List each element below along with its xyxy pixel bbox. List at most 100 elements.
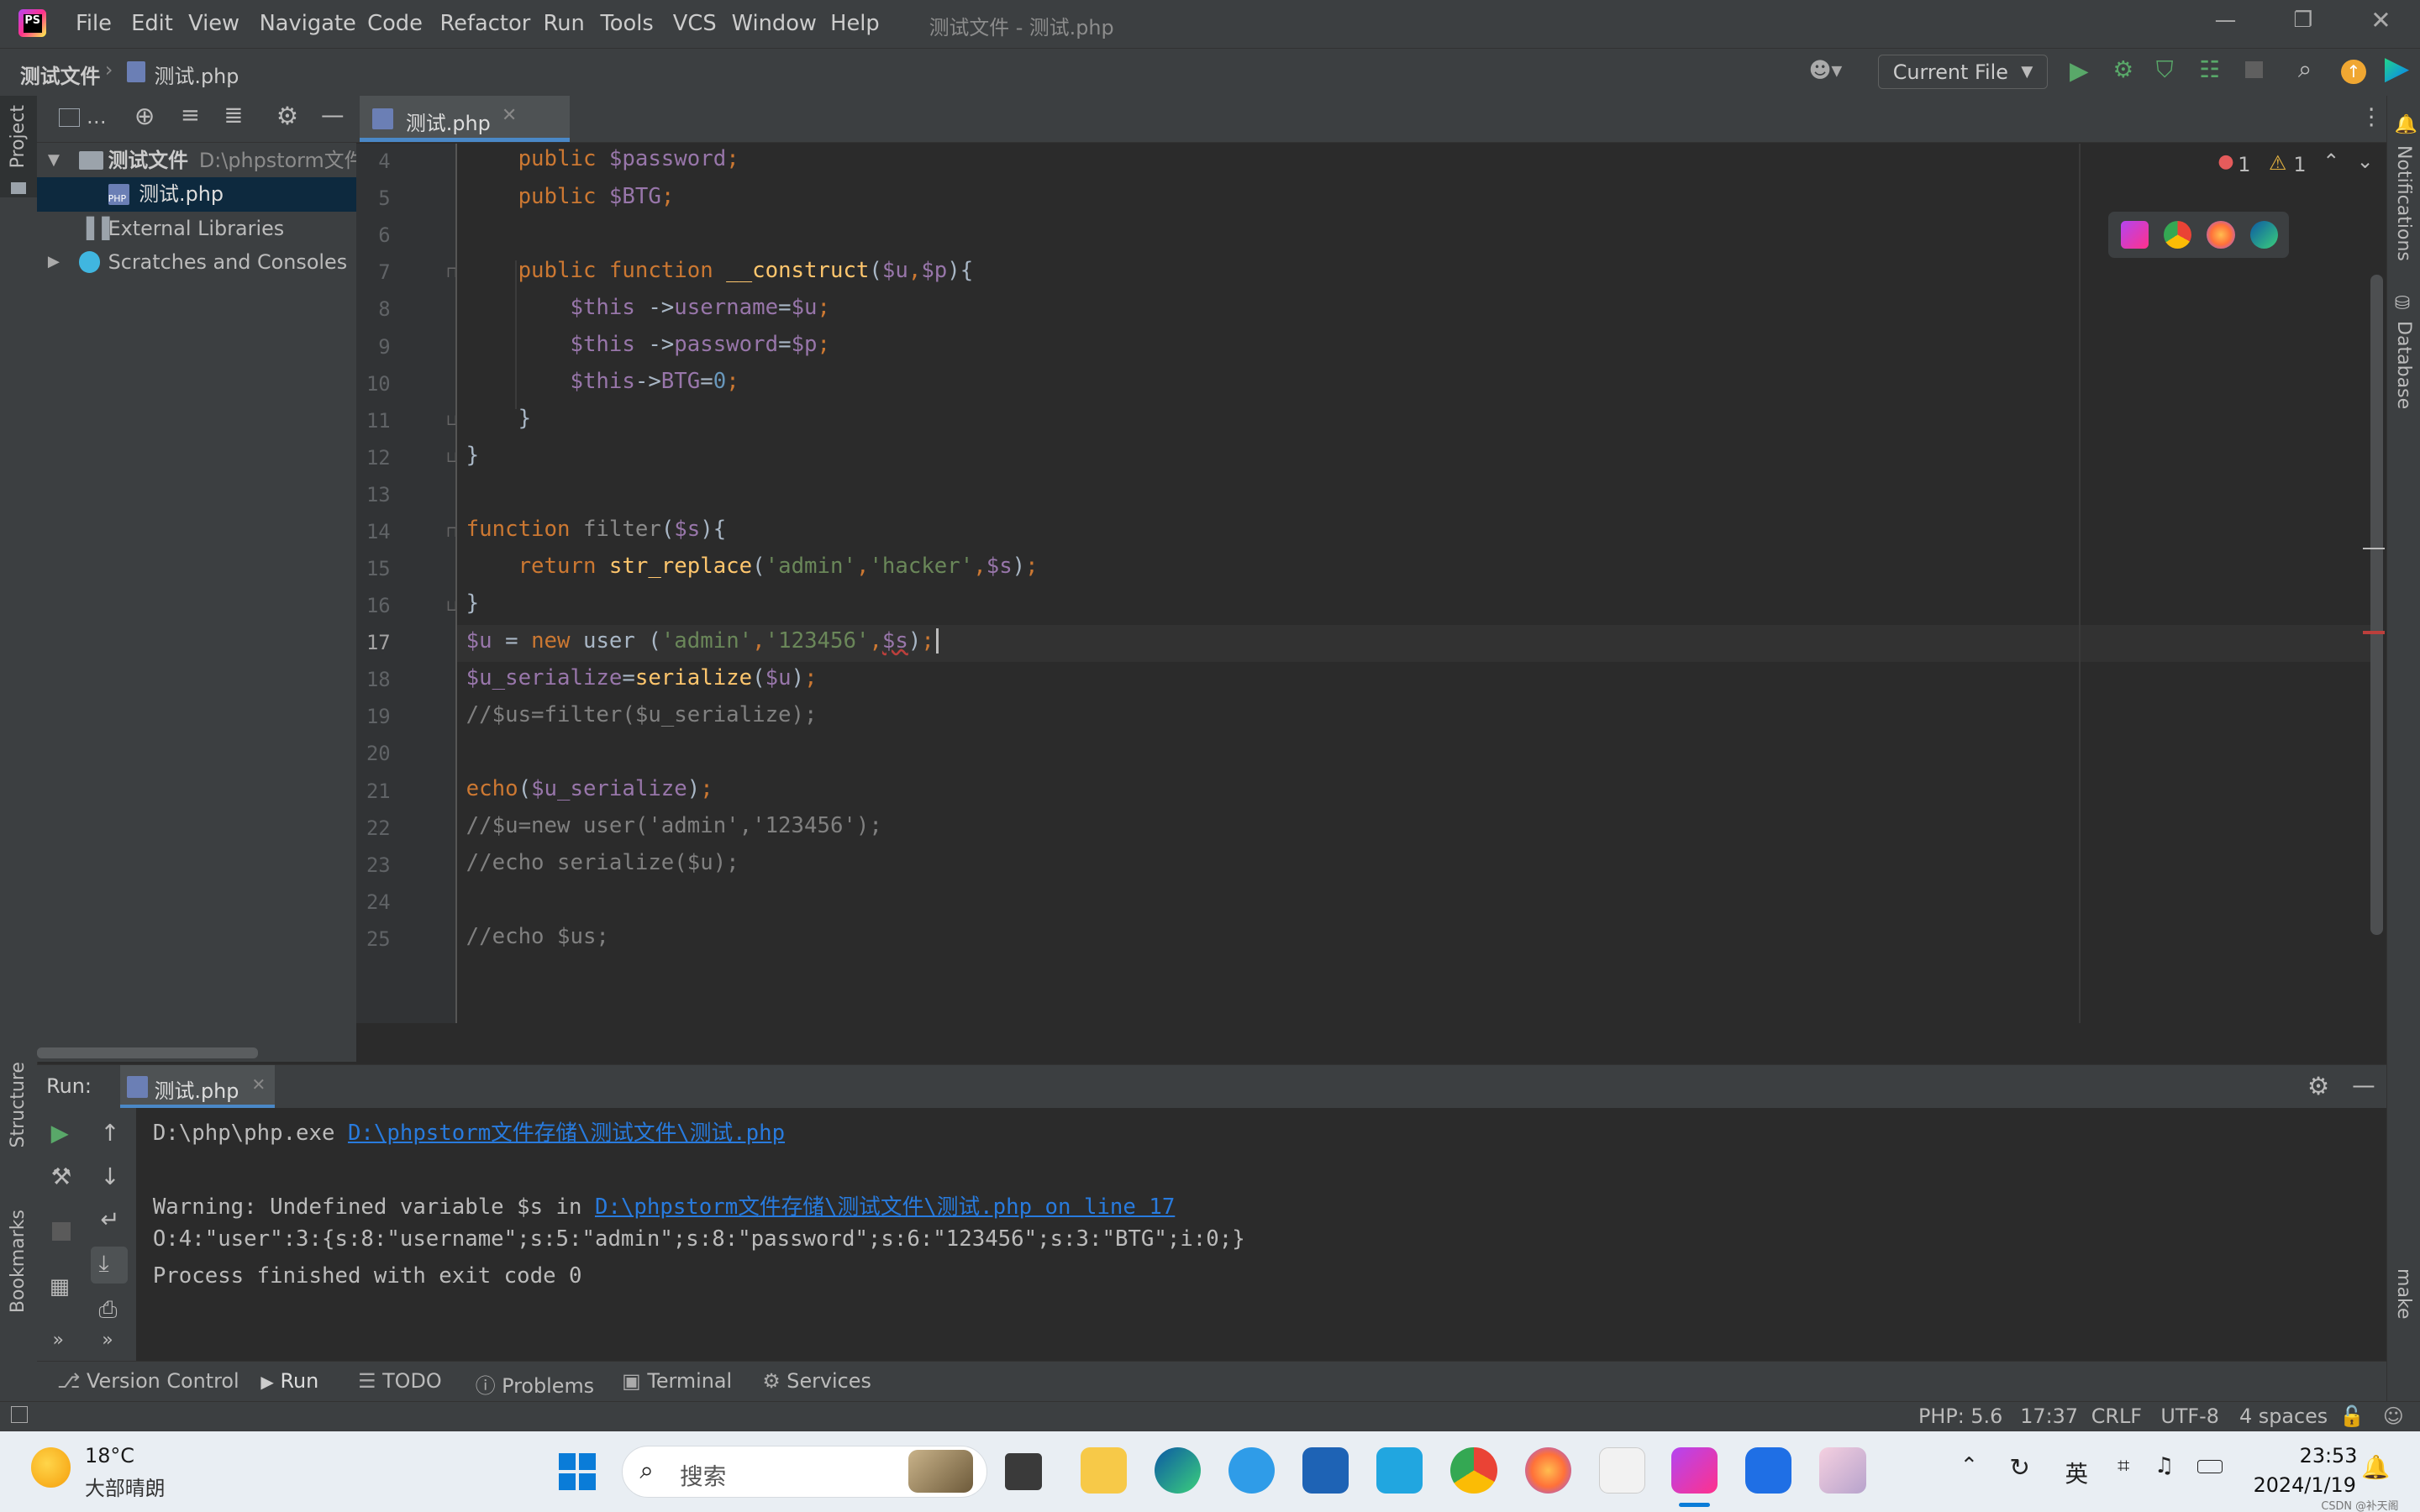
- notification-bell-icon[interactable]: 🔔: [2361, 1453, 2390, 1481]
- scroll-to-end-button[interactable]: ⤓: [91, 1247, 129, 1284]
- clock-time[interactable]: 23:53: [2300, 1444, 2358, 1467]
- run-config-select[interactable]: Current File ▼: [1878, 55, 2049, 89]
- chevron-up-icon[interactable]: ⌃: [1960, 1453, 1979, 1478]
- sync-icon[interactable]: ↻: [2009, 1453, 2030, 1482]
- status-php-version[interactable]: PHP: 5.6: [1918, 1404, 2002, 1428]
- weather-icon[interactable]: [30, 1446, 71, 1488]
- phpstorm-browser-icon[interactable]: [2120, 220, 2149, 249]
- menu-help[interactable]: Help: [830, 11, 880, 36]
- profile-icon[interactable]: ☷: [2199, 56, 2220, 83]
- project-tool-button[interactable]: Project: [0, 95, 38, 198]
- console-file-link[interactable]: D:\phpstorm文件存储\测试文件\测试.php: [348, 1121, 785, 1146]
- tree-item-file[interactable]: PHP 测试.php: [37, 177, 357, 212]
- locate-icon[interactable]: ⊕: [134, 102, 155, 130]
- tool-todo[interactable]: ☰ TODO: [358, 1369, 442, 1393]
- status-indent[interactable]: 4 spaces: [2239, 1404, 2328, 1428]
- stop-icon[interactable]: [2245, 60, 2263, 78]
- rerun-icon[interactable]: ▶: [51, 1120, 69, 1147]
- battery-icon[interactable]: [2197, 1459, 2223, 1474]
- code-editor[interactable]: public $password; public $BTG; public fu…: [456, 143, 2385, 1023]
- structure-tool-button[interactable]: Structure: [0, 1062, 37, 1176]
- weather-temperature[interactable]: 18°C: [85, 1444, 134, 1467]
- console-warning-link[interactable]: D:\phpstorm文件存储\测试文件\测试.php on line 17: [595, 1194, 1175, 1220]
- warning-icon[interactable]: ⚠: [2269, 151, 2286, 175]
- hide-panel-icon[interactable]: —: [2352, 1072, 2375, 1099]
- close-tab-icon[interactable]: ✕: [502, 105, 517, 126]
- project-view-icon[interactable]: [58, 108, 81, 127]
- more-actions-icon[interactable]: »: [52, 1330, 63, 1351]
- more-icon[interactable]: …: [87, 105, 107, 129]
- tool-problems[interactable]: ⓘ Problems: [476, 1369, 594, 1399]
- status-caret-position[interactable]: 17:37: [2020, 1404, 2078, 1428]
- chrome-icon[interactable]: [2164, 220, 2192, 249]
- wifi-icon[interactable]: ⌗: [2118, 1453, 2129, 1479]
- chevron-up-icon[interactable]: ⌃: [2323, 150, 2339, 173]
- chevron-down-icon[interactable]: ⌄: [2357, 150, 2374, 173]
- menu-refactor[interactable]: Refactor: [439, 11, 530, 36]
- tool-version-control[interactable]: ⎇ Version Control: [57, 1369, 239, 1393]
- user-icon[interactable]: ☻▾: [1809, 58, 1843, 83]
- inspector-icon[interactable]: ☺: [2383, 1404, 2404, 1428]
- coverage-icon[interactable]: ⛉: [2156, 56, 2174, 84]
- update-icon[interactable]: ↑: [2341, 59, 2366, 85]
- volume-icon[interactable]: ♫: [2154, 1453, 2174, 1478]
- breadcrumb-project[interactable]: 测试文件: [20, 60, 100, 89]
- more-actions-icon[interactable]: »: [102, 1330, 113, 1351]
- tool-run[interactable]: ▶ Run: [260, 1369, 318, 1393]
- jetbrains-toolbox-icon[interactable]: [2384, 57, 2410, 83]
- menu-file[interactable]: File: [76, 11, 112, 36]
- menu-window[interactable]: Window: [732, 11, 817, 36]
- taskbar-search-box[interactable]: ⌕ 搜索: [622, 1445, 988, 1499]
- error-count[interactable]: 1: [2238, 153, 2250, 176]
- minimize-icon[interactable]: —: [2215, 8, 2237, 33]
- status-encoding[interactable]: UTF-8: [2160, 1404, 2219, 1428]
- menu-navigate[interactable]: Navigate: [260, 11, 356, 36]
- database-icon[interactable]: ⛁: [2395, 293, 2410, 314]
- error-icon[interactable]: ●: [2217, 151, 2233, 172]
- input-language[interactable]: 英: [2065, 1455, 2088, 1488]
- debug-icon[interactable]: ⚙: [2112, 56, 2133, 83]
- run-tab[interactable]: 测试.php ✕: [120, 1065, 275, 1109]
- stop-icon[interactable]: [52, 1221, 71, 1241]
- soft-wrap-icon[interactable]: ↵: [100, 1206, 119, 1233]
- weather-description[interactable]: 大部晴朗: [85, 1472, 165, 1501]
- arrow-down-icon[interactable]: ↓: [100, 1163, 119, 1190]
- bookmarks-tool-button[interactable]: Bookmarks: [0, 1210, 37, 1342]
- vertical-scrollbar[interactable]: [2370, 274, 2383, 936]
- search-icon[interactable]: ⌕: [2298, 55, 2312, 84]
- menu-view[interactable]: View: [188, 11, 239, 36]
- menu-edit[interactable]: Edit: [131, 11, 173, 36]
- firefox-icon[interactable]: [2207, 220, 2235, 249]
- notifications-tool-label[interactable]: Notifications: [2393, 145, 2414, 261]
- horizontal-scrollbar[interactable]: [37, 1047, 258, 1058]
- status-line-separator[interactable]: CRLF: [2091, 1404, 2142, 1428]
- restore-icon[interactable]: ❐: [2293, 8, 2312, 33]
- gear-icon[interactable]: ⚙: [276, 102, 298, 130]
- print-icon[interactable]: ⎙: [99, 1296, 118, 1324]
- toggle-panels-icon[interactable]: [10, 1406, 29, 1424]
- windows-start-icon[interactable]: [558, 1453, 596, 1491]
- breadcrumb-file[interactable]: 测试.php: [155, 60, 239, 89]
- menu-tools[interactable]: Tools: [600, 11, 653, 36]
- tool-terminal[interactable]: ▣ Terminal: [622, 1369, 732, 1393]
- close-tab-icon[interactable]: ✕: [251, 1074, 266, 1095]
- gear-icon[interactable]: ⚙: [2307, 1072, 2329, 1100]
- wrench-icon[interactable]: ⚒: [51, 1163, 72, 1190]
- tree-item-external-libraries[interactable]: ▐▐ External Libraries: [37, 212, 356, 245]
- run-console[interactable]: D:\php\php.exe D:\phpstorm文件存储\测试文件\测试.p…: [135, 1107, 2386, 1361]
- database-tool-label[interactable]: Database: [2393, 321, 2414, 409]
- tree-root-project[interactable]: ▼ 测试文件 D:\phpstorm文件: [37, 144, 356, 177]
- menu-code[interactable]: Code: [367, 11, 423, 36]
- phpstorm-logo-icon[interactable]: PS: [18, 9, 47, 38]
- close-icon[interactable]: ✕: [2370, 6, 2391, 34]
- warning-count[interactable]: 1: [2293, 153, 2306, 176]
- tool-services[interactable]: ⚙ Services: [762, 1369, 871, 1393]
- chevron-right-icon[interactable]: ▶: [48, 245, 60, 279]
- hide-panel-icon[interactable]: —: [321, 102, 345, 129]
- layout-icon[interactable]: ▦: [50, 1274, 70, 1299]
- tree-item-scratches[interactable]: ▶ Scratches and Consoles: [37, 245, 356, 279]
- arrow-up-icon[interactable]: ↑: [100, 1120, 119, 1147]
- edge-icon[interactable]: [2249, 220, 2278, 249]
- editor-tab-file[interactable]: 测试.php ✕: [359, 95, 570, 142]
- tab-options-icon[interactable]: ⋮: [2360, 103, 2383, 130]
